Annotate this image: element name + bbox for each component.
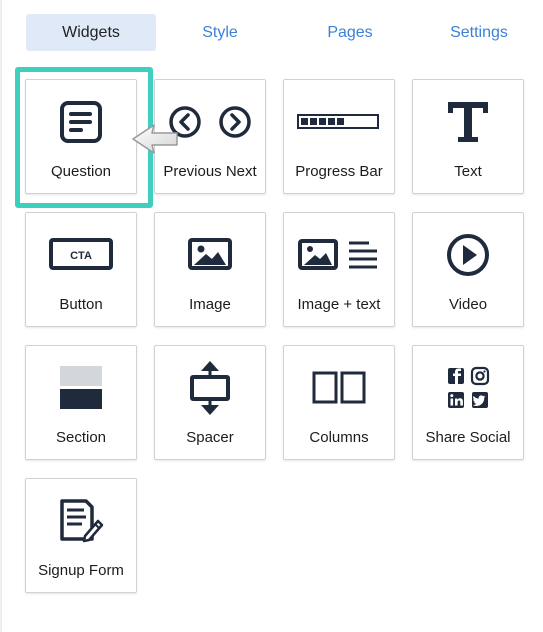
widget-video[interactable]: Video (412, 212, 524, 327)
cta-icon-text: CTA (70, 250, 92, 262)
widget-columns[interactable]: Columns (283, 345, 395, 460)
button-cta-icon: CTA (26, 229, 136, 281)
share-social-icon (413, 362, 523, 414)
widget-share-social[interactable]: Share Social (412, 345, 524, 460)
widget-grid: Question Previous Next Progress Bar Text… (2, 0, 543, 632)
widget-label: Text (454, 163, 482, 180)
spacer-icon (155, 361, 265, 415)
widget-label: Image (189, 296, 231, 313)
columns-icon (284, 362, 394, 414)
signup-form-icon (26, 495, 136, 547)
widget-label: Question (50, 163, 112, 180)
pointer-arrow-icon (132, 124, 178, 154)
widget-label: Section (55, 429, 107, 446)
widget-label: Progress Bar (295, 163, 383, 180)
image-text-icon (284, 229, 394, 281)
text-icon (413, 96, 523, 148)
widget-label: Signup Form (38, 562, 124, 579)
widget-label: Image + text (297, 296, 381, 313)
progress-bar-icon (284, 96, 394, 148)
widget-button[interactable]: CTA Button (25, 212, 137, 327)
widget-label: Share Social (425, 429, 511, 446)
section-icon (26, 362, 136, 414)
widget-label: Spacer (186, 429, 234, 446)
widget-image[interactable]: Image (154, 212, 266, 327)
question-icon (26, 96, 136, 148)
widget-label: Previous Next (163, 163, 257, 180)
widget-section[interactable]: Section (25, 345, 137, 460)
video-play-icon (413, 229, 523, 281)
widget-spacer[interactable]: Spacer (154, 345, 266, 460)
widget-text[interactable]: Text (412, 79, 524, 194)
widget-signup-form[interactable]: Signup Form (25, 478, 137, 593)
widgets-panel: Widgets Style Pages Settings Question Pr… (2, 0, 543, 632)
widget-label: Columns (309, 429, 369, 446)
image-icon (155, 229, 265, 281)
widget-label: Button (59, 296, 103, 313)
widget-progress-bar[interactable]: Progress Bar (283, 79, 395, 194)
widget-image-text[interactable]: Image + text (283, 212, 395, 327)
widget-label: Video (448, 296, 488, 313)
widget-question[interactable]: Question (25, 79, 137, 194)
